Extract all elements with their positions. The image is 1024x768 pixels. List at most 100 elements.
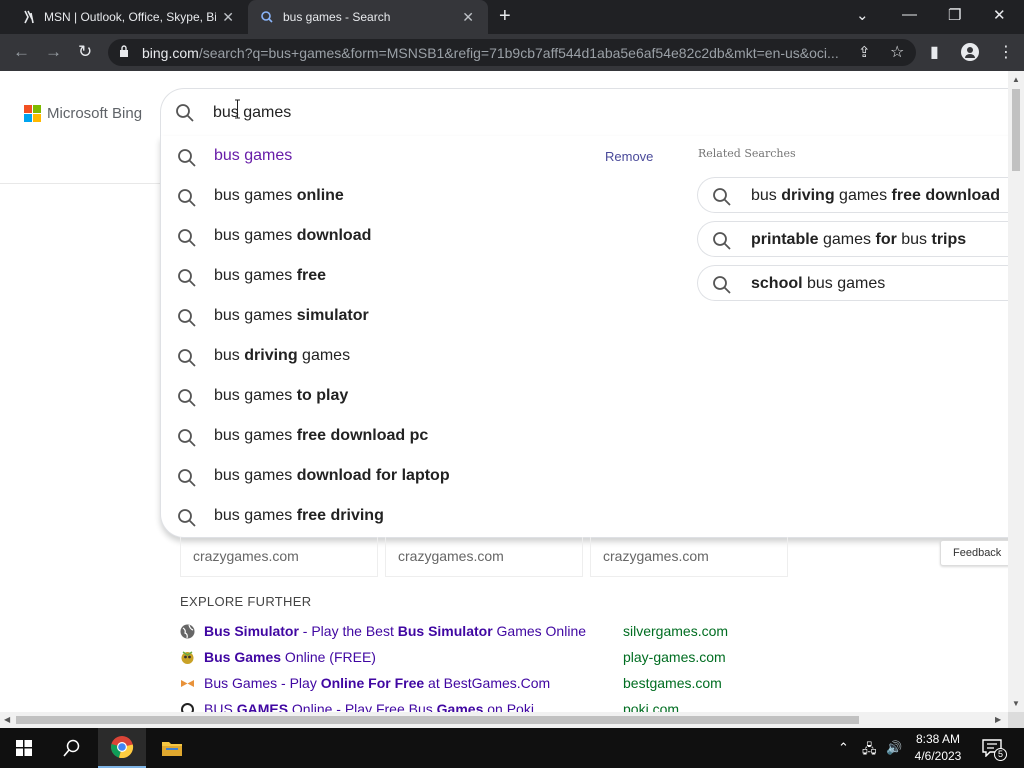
reload-icon[interactable]: ↻ (78, 42, 92, 62)
start-button[interactable] (0, 728, 48, 768)
result-link[interactable]: Bus Simulator - Play the Best Bus Simula… (204, 623, 586, 639)
notification-center-icon[interactable]: 5 (982, 739, 1007, 761)
windows-logo-icon (16, 740, 32, 756)
feedback-button[interactable]: Feedback (940, 540, 1008, 566)
result-domain: bestgames.com (623, 675, 722, 691)
search-icon (177, 148, 197, 173)
scroll-down-icon[interactable]: ▼ (1012, 699, 1020, 708)
header-divider (0, 183, 160, 184)
suggestion-item[interactable]: bus games to play (161, 376, 661, 416)
result-domain: play-games.com (623, 649, 726, 665)
scroll-thumb[interactable] (1012, 89, 1020, 171)
scroll-left-icon[interactable]: ◀ (4, 715, 10, 724)
taskbar: ⌃ 🖧 🔊 8:38 AM 4/6/2023 5 (0, 728, 1024, 768)
result-link[interactable]: BUS GAMES Online - Play Free Bus Games o… (204, 701, 534, 712)
suggestion-item[interactable]: bus games simulator (161, 296, 661, 336)
search-icon (176, 104, 194, 122)
forward-icon[interactable]: → (45, 42, 62, 62)
suggestion-item[interactable]: bus games free download pc (161, 416, 661, 456)
bookmark-star-icon[interactable]: ☆ (890, 42, 904, 62)
browser-toolbar: ← → ↻ bing.com/search?q=bus+games&form=M… (0, 34, 1024, 71)
side-panel-icon[interactable]: ▮ (930, 42, 939, 62)
tab-msn[interactable]: MSN | Outlook, Office, Skype, Bing, Brea… (0, 0, 248, 34)
profile-icon[interactable] (961, 43, 979, 61)
related-search-pill[interactable]: bus driving games free download (697, 177, 1008, 213)
scroll-thumb[interactable] (16, 716, 859, 724)
back-icon[interactable]: ← (13, 42, 30, 62)
autosuggest-dropdown: bus games bus games online bus games downl… (160, 136, 1008, 538)
share-icon[interactable]: ⇪ (858, 43, 871, 61)
tab-search-icon[interactable]: ⌄ (856, 6, 869, 24)
microsoft-logo-icon (24, 105, 41, 122)
notification-count: 5 (994, 748, 1007, 761)
explore-result-row[interactable]: BUS GAMES Online - Play Free Bus Games o… (180, 700, 780, 712)
result-card[interactable]: crazygames.com (385, 537, 583, 577)
suggestion-item[interactable]: bus driving games (161, 336, 661, 376)
search-input[interactable]: bus games (213, 104, 291, 122)
search-icon (177, 188, 197, 213)
restore-icon[interactable]: ❐ (948, 6, 961, 24)
clock-time: 8:38 AM (915, 732, 961, 746)
vertical-scrollbar[interactable]: ▲ ▼ (1008, 71, 1024, 712)
taskbar-file-explorer[interactable] (148, 728, 196, 768)
tab-bing-search[interactable]: bus games - Search ✕ (248, 0, 488, 34)
related-search-text: printable games for bus trips (751, 231, 967, 248)
search-icon (712, 231, 732, 256)
search-box[interactable]: bus games (160, 88, 1008, 136)
horizontal-scrollbar[interactable]: ◀ ▶ (0, 712, 1008, 728)
related-search-text: bus driving games free download (751, 187, 1000, 204)
text-cursor-icon (235, 99, 240, 119)
lock-icon (120, 45, 128, 57)
related-search-text: school bus games (751, 275, 886, 292)
suggestion-item[interactable]: bus games free driving (161, 496, 661, 536)
menu-icon[interactable]: ⋮ (998, 42, 1014, 62)
volume-icon[interactable]: 🔊 (886, 740, 902, 756)
result-card[interactable]: crazygames.com (590, 537, 788, 577)
search-icon (712, 275, 732, 300)
explore-result-row[interactable]: Bus Games Online (FREE) play-games.com (180, 648, 780, 668)
search-icon (177, 228, 197, 253)
network-icon[interactable]: 🖧 (862, 740, 877, 762)
suggestion-item[interactable]: bus games (161, 136, 661, 176)
result-card[interactable]: crazygames.com (180, 537, 378, 577)
taskbar-search-button[interactable] (48, 728, 96, 768)
close-window-icon[interactable]: ✕ (993, 6, 1006, 24)
minimize-icon[interactable]: — (902, 6, 917, 23)
scrollbar-corner (1008, 712, 1024, 728)
suggestion-text: bus games download (214, 227, 372, 244)
new-tab-icon[interactable]: + (499, 5, 511, 28)
remove-button[interactable]: Remove (605, 149, 653, 164)
show-hidden-icons-icon[interactable]: ⌃ (838, 740, 849, 756)
search-icon (177, 508, 197, 533)
suggestion-text: bus games simulator (214, 307, 369, 324)
explore-result-row[interactable]: Bus Games - Play Online For Free at Best… (180, 674, 780, 694)
bestgames-icon (180, 676, 195, 691)
result-link[interactable]: Bus Games - Play Online For Free at Best… (204, 675, 550, 691)
suggestion-item[interactable]: bus games free (161, 256, 661, 296)
search-icon (63, 739, 80, 757)
taskbar-chrome[interactable] (98, 728, 146, 768)
result-link[interactable]: Bus Games Online (FREE) (204, 649, 376, 665)
related-search-pill[interactable]: printable games for bus trips (697, 221, 1008, 257)
search-icon (712, 187, 732, 212)
scroll-up-icon[interactable]: ▲ (1012, 75, 1020, 84)
suggestion-item[interactable]: bus games online (161, 176, 661, 216)
result-domain: silvergames.com (623, 623, 729, 639)
bing-logo[interactable]: Microsoft Bing (24, 105, 142, 122)
suggestion-text: bus games free download pc (214, 427, 429, 444)
related-search-pill[interactable]: school bus games (697, 265, 1008, 301)
suggestion-item[interactable]: bus games download for laptop (161, 456, 661, 496)
explore-result-row[interactable]: Bus Simulator - Play the Best Bus Simula… (180, 622, 780, 642)
clock[interactable]: 8:38 AM 4/6/2023 (906, 731, 970, 765)
suggestion-item[interactable]: bus games download (161, 216, 661, 256)
tab-strip: MSN | Outlook, Office, Skype, Bing, Brea… (0, 0, 1024, 34)
clock-date: 4/6/2023 (914, 749, 962, 763)
close-tab-icon[interactable]: ✕ (222, 9, 234, 26)
scroll-right-icon[interactable]: ▶ (995, 715, 1001, 724)
close-tab-icon[interactable]: ✕ (462, 9, 474, 26)
explore-further-heading: EXPLORE FURTHER (180, 594, 312, 609)
url-text: bing.com/search?q=bus+games&form=MSNSB1&… (142, 45, 839, 61)
search-icon (177, 428, 197, 453)
address-bar[interactable]: bing.com/search?q=bus+games&form=MSNSB1&… (108, 39, 916, 66)
related-searches-label: Related Searches (698, 147, 796, 160)
